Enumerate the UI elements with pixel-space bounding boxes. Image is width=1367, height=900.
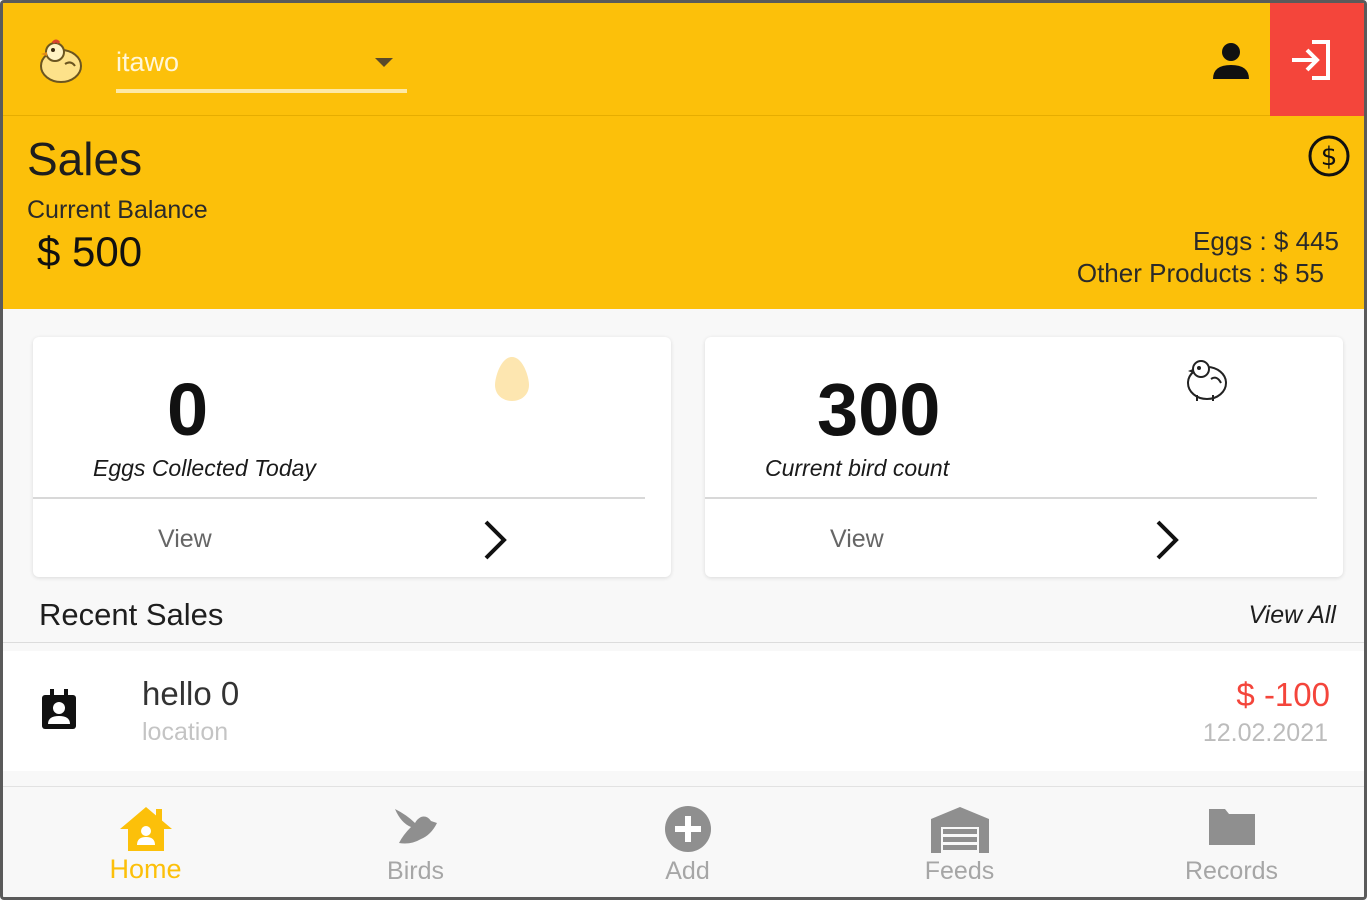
sale-amount: $ -100 (1236, 676, 1330, 713)
sale-list-item[interactable]: hello 0 location $ -100 12.02.2021 (3, 651, 1364, 771)
sale-location: location (142, 718, 229, 746)
folder-icon (1208, 809, 1255, 845)
section-divider (3, 642, 1364, 643)
bird-count: 300 (817, 368, 941, 451)
view-all-link[interactable]: View All (1248, 601, 1336, 630)
card-divider (33, 497, 645, 499)
logout-icon (1292, 40, 1330, 80)
dollar-circle-icon[interactable]: $ (1307, 134, 1351, 178)
eggs-view-link[interactable]: View (158, 525, 212, 554)
nav-label: Birds (387, 857, 444, 885)
top-app-bar: itawo (3, 3, 1364, 116)
add-circle-icon (664, 806, 711, 852)
farm-selector-dropdown[interactable]: itawo (116, 39, 407, 93)
nav-birds[interactable]: Birds (279, 787, 552, 897)
sale-date: 12.02.2021 (1202, 719, 1328, 747)
eggs-count: 0 (167, 368, 209, 451)
balance-value: $ 500 (37, 228, 143, 275)
eggs-sales-total: Eggs : $ 445 (1193, 226, 1339, 256)
person-icon[interactable] (1209, 41, 1253, 81)
app-frame: itawo Sales Current Balance $ 500 $ Eggs… (0, 0, 1367, 900)
bird-count-card: 300 Current bird count View (705, 337, 1343, 577)
nav-add[interactable]: Add (551, 787, 824, 897)
home-icon (119, 807, 172, 851)
bird-count-caption: Current bird count (765, 455, 950, 481)
svg-text:$: $ (1321, 142, 1338, 172)
chicken-logo-icon (40, 39, 82, 83)
page-title: Sales (27, 133, 143, 185)
warehouse-icon (930, 807, 989, 853)
nav-label: Home (109, 854, 182, 884)
nav-label: Add (665, 857, 710, 885)
nav-label: Records (1184, 857, 1279, 885)
card-divider (705, 497, 1317, 499)
farm-name: itawo (116, 47, 180, 77)
contact-icon (42, 689, 76, 729)
chevron-right-icon[interactable] (1152, 518, 1182, 562)
sales-summary-panel: Sales Current Balance $ 500 $ Eggs : $ 4… (3, 116, 1364, 309)
bottom-navigation: Home Birds Add Feeds Records (3, 786, 1364, 897)
eggs-caption: Eggs Collected Today (93, 455, 316, 481)
chicken-icon (1187, 360, 1227, 401)
chevron-down-icon (375, 58, 393, 67)
other-products-sales-total: Other Products : $ 55 (1076, 258, 1324, 288)
bird-icon (394, 809, 437, 844)
balance-label: Current Balance (27, 196, 208, 224)
eggs-collected-card: 0 Eggs Collected Today View (33, 337, 671, 577)
birds-view-link[interactable]: View (830, 525, 884, 554)
recent-sales-heading: Recent Sales (39, 597, 224, 632)
egg-icon (495, 357, 529, 401)
nav-feeds[interactable]: Feeds (823, 787, 1096, 897)
sale-customer-name: hello 0 (142, 675, 240, 712)
chevron-right-icon[interactable] (480, 518, 510, 562)
nav-home[interactable]: Home (9, 787, 282, 897)
logout-button[interactable] (1270, 3, 1364, 116)
nav-label: Feeds (924, 857, 995, 885)
nav-records[interactable]: Records (1095, 787, 1364, 897)
